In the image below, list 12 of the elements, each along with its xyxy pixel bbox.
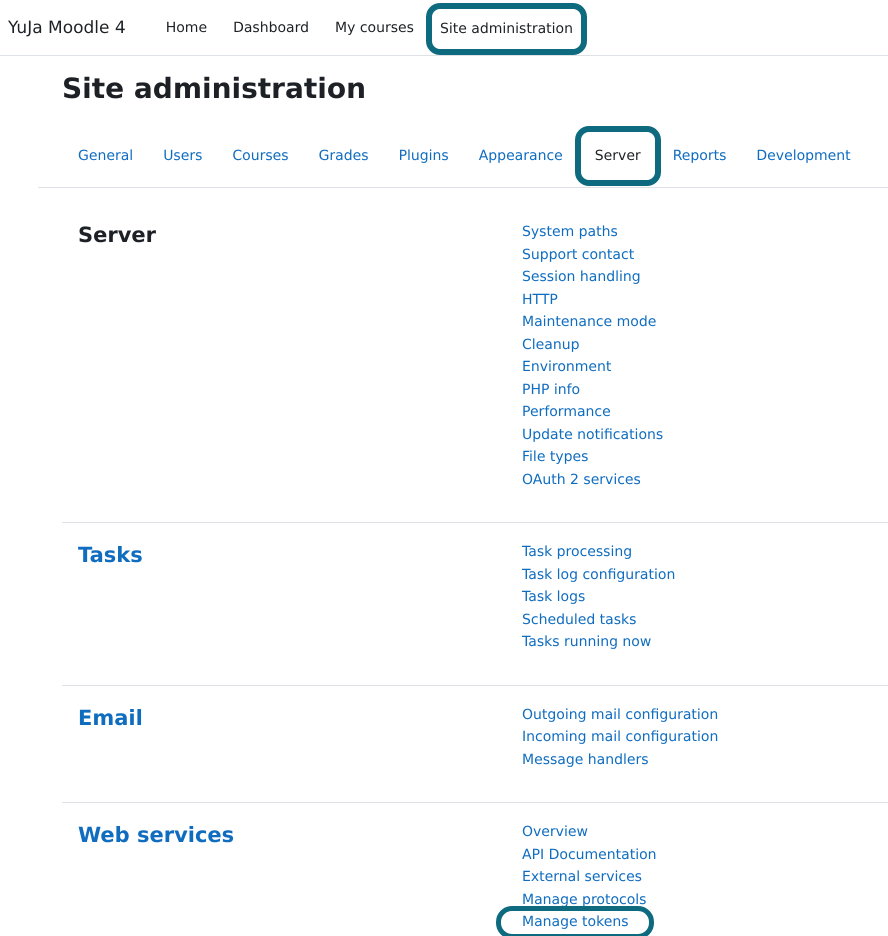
site-brand[interactable]: YuJa Moodle 4 (8, 18, 126, 38)
section-heading: Server (78, 222, 156, 249)
section-heading[interactable]: Tasks (78, 541, 143, 569)
section-heading[interactable]: Web services (78, 821, 234, 849)
settings-link[interactable]: Manage tokens (496, 906, 654, 936)
nav-link[interactable]: Home (152, 8, 222, 48)
tab[interactable]: Server (574, 126, 661, 186)
nav-link[interactable]: My courses (321, 8, 428, 48)
nav-link[interactable]: Dashboard (219, 8, 324, 48)
section-heading[interactable]: Email (78, 704, 143, 732)
page-title: Site administration (61, 71, 368, 106)
nav-link[interactable]: Site administration (426, 2, 587, 54)
